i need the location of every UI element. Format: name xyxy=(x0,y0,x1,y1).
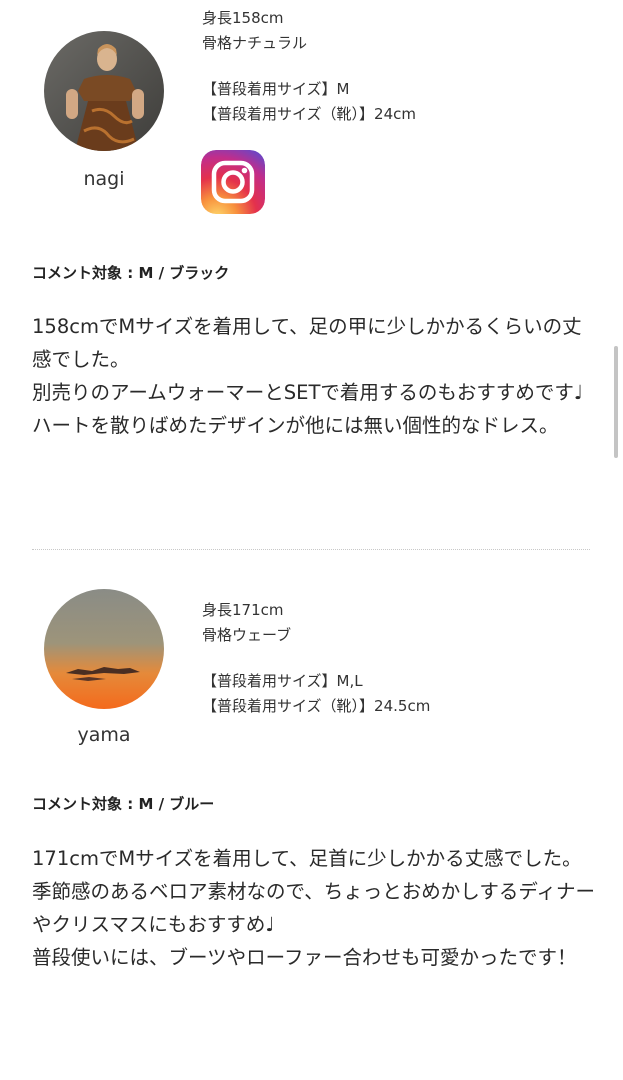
reviewer-usual-size: 【普段着用サイズ】M xyxy=(202,80,350,98)
reviewer-profile: 身長158cm 骨格ナチュラル 【普段着用サイズ】M 【普段着用サイズ（靴）】2… xyxy=(202,6,416,127)
username: yama xyxy=(77,724,131,746)
reviewer-usual-shoe-size: 【普段着用サイズ（靴）】24.5cm xyxy=(202,697,431,715)
avatar-photo xyxy=(44,31,164,151)
reviewer-frame-type: 骨格ウェーブ xyxy=(202,626,292,644)
username: nagi xyxy=(83,168,125,190)
instagram-icon[interactable] xyxy=(201,150,265,214)
review-divider xyxy=(32,549,590,550)
reviewer-frame-type: 骨格ナチュラル xyxy=(202,34,308,52)
reviewer-height: 身長171cm xyxy=(202,601,284,619)
avatar xyxy=(44,589,164,709)
comment-target: コメント対象 : M / ブルー xyxy=(32,795,215,813)
reviewer-height: 身長158cm xyxy=(202,9,284,27)
avatar xyxy=(44,31,164,151)
comment-text: 158cmでMサイズを着用して、足の甲に少しかかるくらいの丈感でした。 別売りの… xyxy=(32,315,584,437)
scrollbar[interactable] xyxy=(614,346,618,458)
comment-target: コメント対象 : M / ブラック xyxy=(32,264,230,282)
reviewer-usual-size: 【普段着用サイズ】M,L xyxy=(202,672,363,690)
review-list: nagi 身長158cm 骨格ナチュラル 【普段着用サイズ】M 【普段着用サイズ… xyxy=(0,0,623,1080)
comment-text: 171cmでMサイズを着用して、足首に少しかかる丈感でした。 季節感のあるベロア… xyxy=(32,847,595,969)
avatar-photo xyxy=(44,589,164,709)
reviewer-usual-shoe-size: 【普段着用サイズ（靴）】24cm xyxy=(202,105,416,123)
reviewer-profile: 身長171cm 骨格ウェーブ 【普段着用サイズ】M,L 【普段着用サイズ（靴）】… xyxy=(202,598,430,719)
